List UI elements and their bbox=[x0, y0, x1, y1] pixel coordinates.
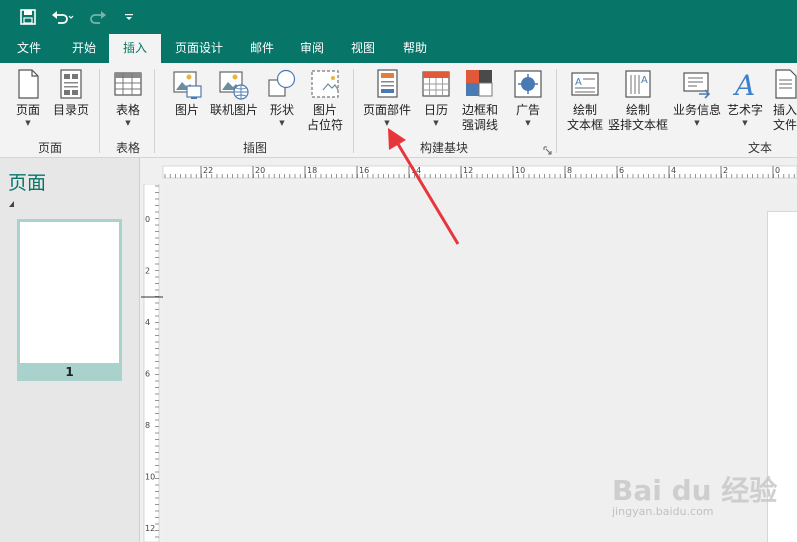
watermark: Bai du 经验 jingyan.baidu.com bbox=[612, 455, 792, 525]
watermark-brand: Bai du 经验 bbox=[612, 474, 778, 507]
watermark-url: jingyan.baidu.com bbox=[612, 505, 714, 518]
